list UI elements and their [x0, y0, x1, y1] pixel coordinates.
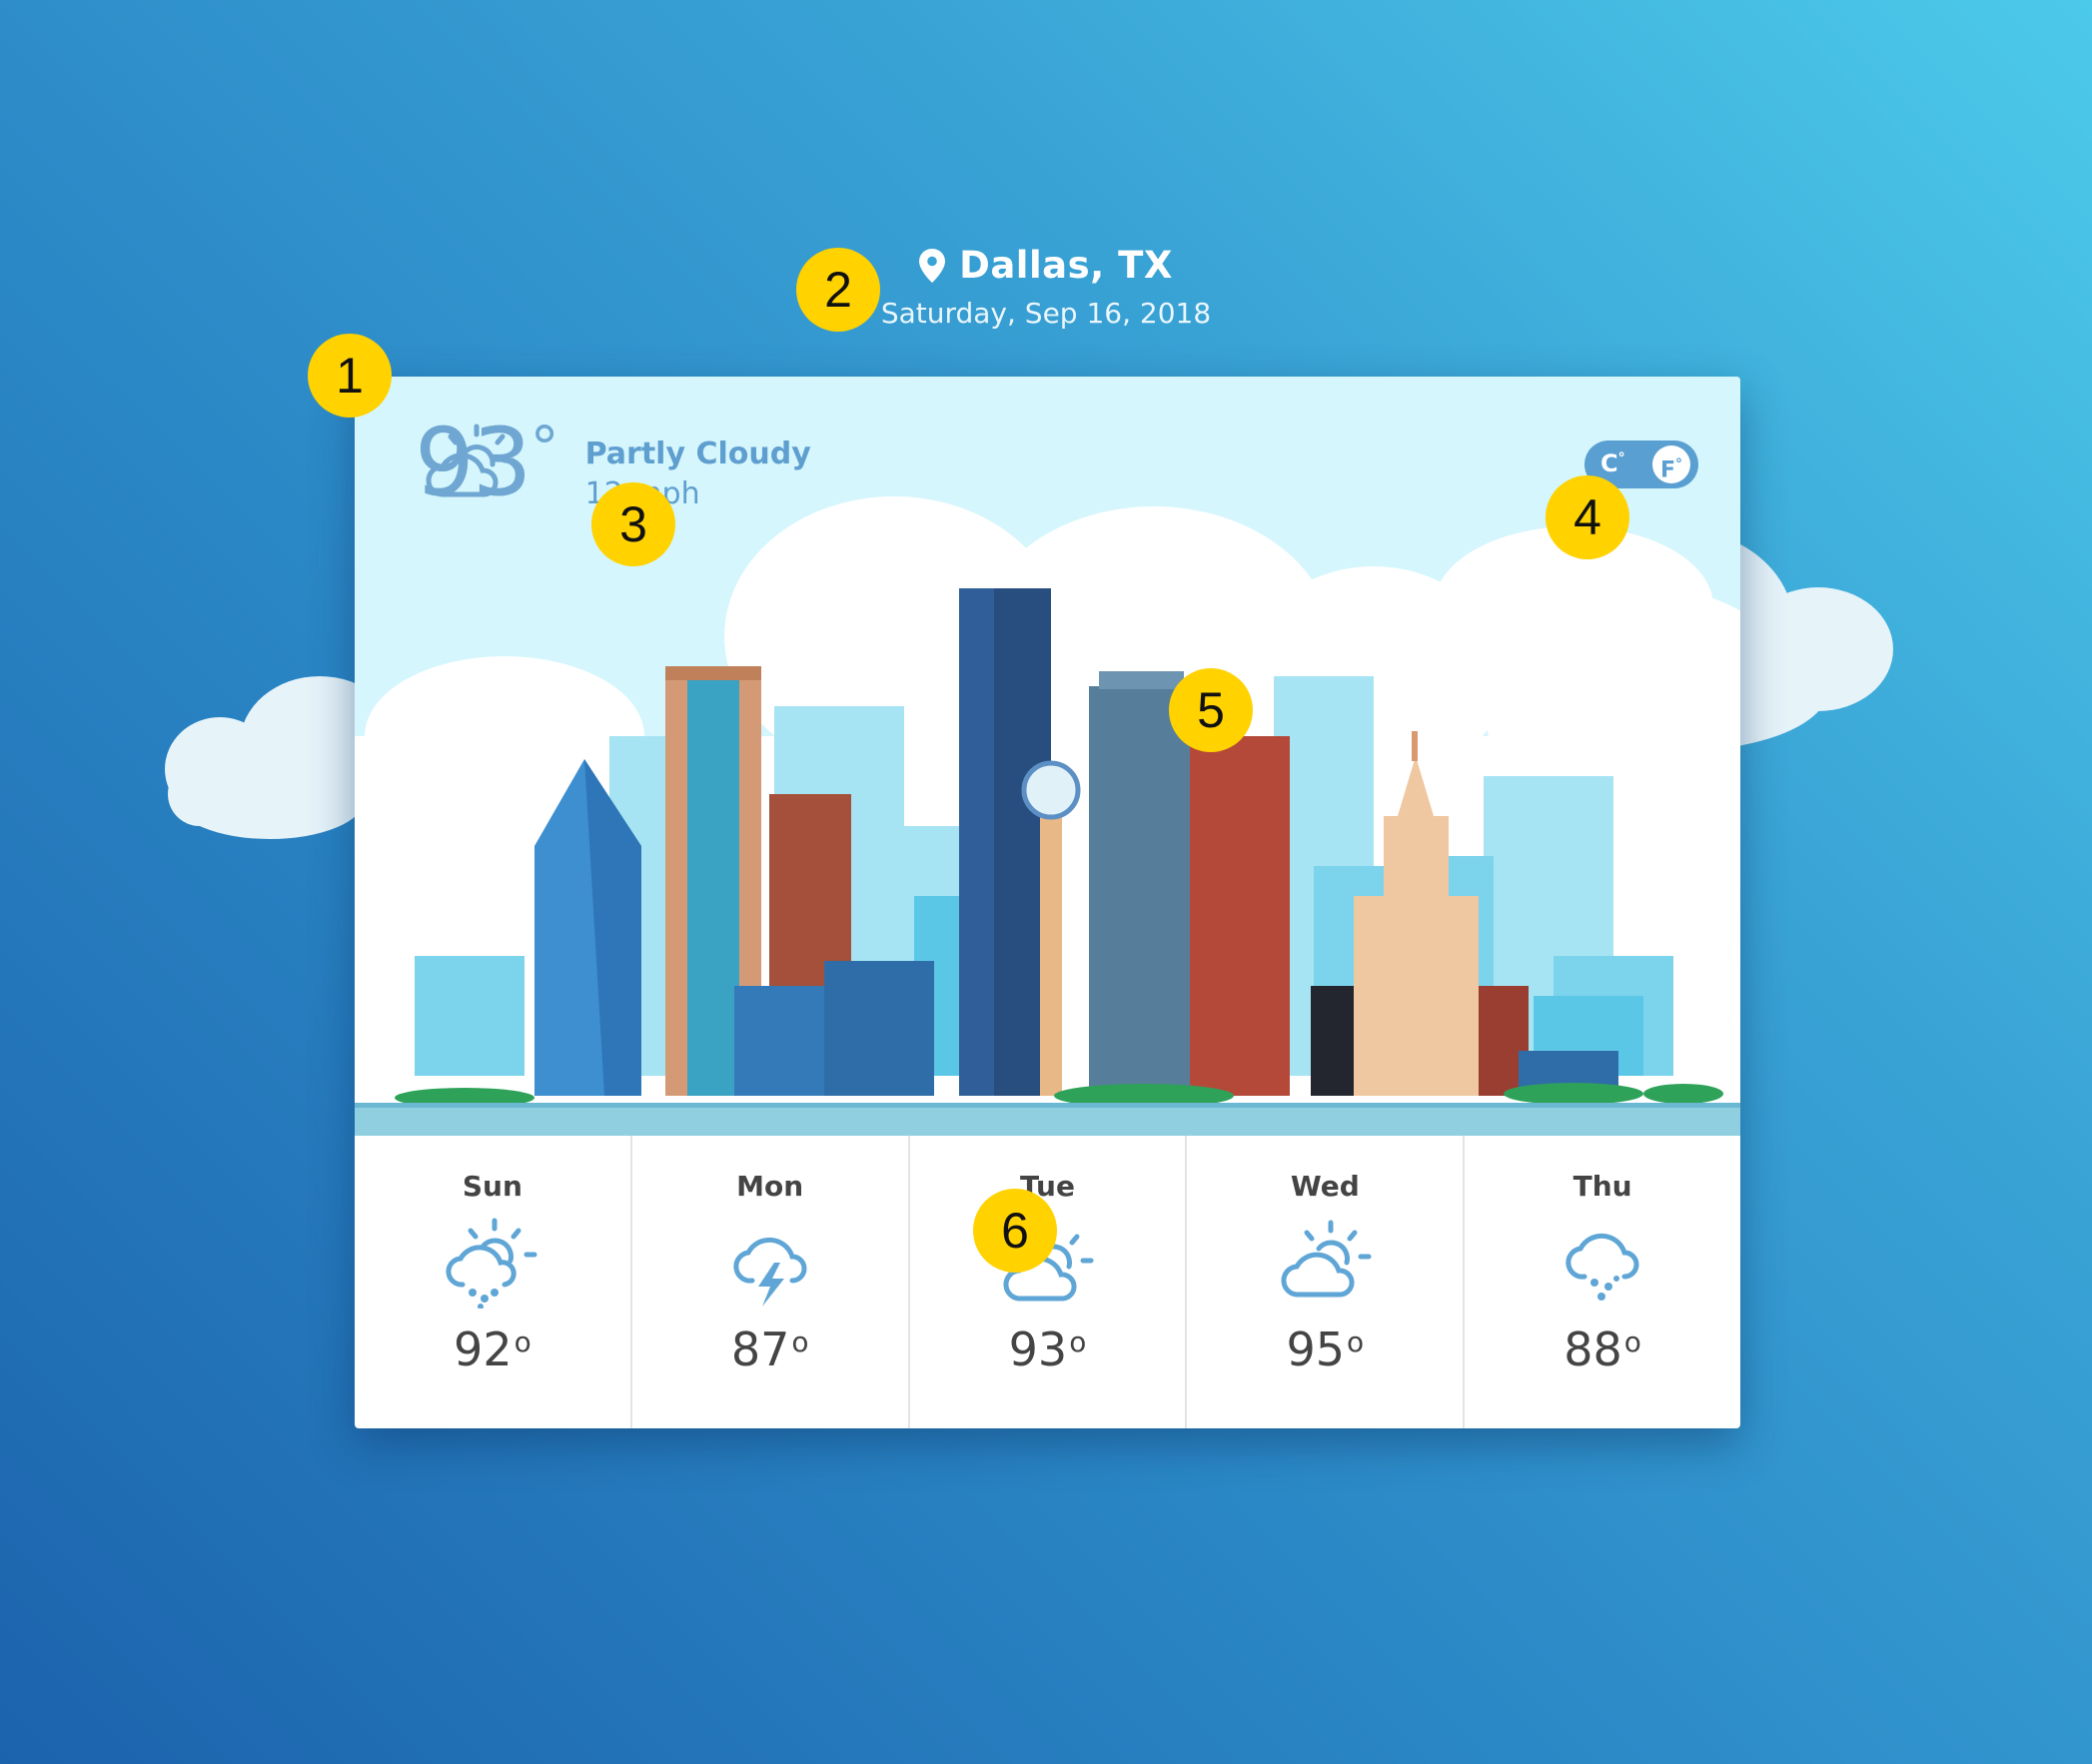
current-condition: Partly Cloudy: [584, 437, 811, 471]
forecast-temp: 92: [454, 1323, 513, 1376]
celsius-option[interactable]: C°: [1600, 449, 1625, 477]
location-pin-icon: [919, 248, 946, 283]
current-date: Saturday, Sep 16, 2018: [880, 297, 1212, 330]
degree-symbol: °: [529, 414, 559, 481]
forecast-temp: 95: [1286, 1323, 1345, 1376]
forecast-day-name: Sun: [462, 1170, 523, 1203]
forecast-strip: Sun 92o Mon 87o Tue 93o Wed 95o Thu 88o: [355, 1136, 1740, 1428]
thunderstorm-icon: [733, 1237, 807, 1307]
forecast-day-name: Thu: [1572, 1170, 1632, 1203]
partly-cloudy-icon: [1281, 1220, 1372, 1298]
location-name: Dallas, TX: [959, 244, 1173, 287]
callout-badge-4: 4: [1546, 475, 1629, 559]
forecast-temp: 87: [730, 1323, 790, 1376]
callout-badge-6: 6: [973, 1189, 1057, 1273]
forecast-temp: 88: [1564, 1323, 1622, 1376]
weather-card: 93 ° Partly Cloudy 12 mph C° F°: [355, 377, 1740, 1428]
sun-cloud-rain-icon: [446, 1218, 537, 1309]
forecast-day-mon[interactable]: Mon 87o: [629, 1136, 908, 1428]
forecast-day-name: Wed: [1290, 1170, 1360, 1203]
rain-icon: [1566, 1233, 1639, 1301]
forecast-day-wed[interactable]: Wed 95o: [1185, 1136, 1463, 1428]
forecast-day-tue[interactable]: Tue 93o: [907, 1136, 1186, 1428]
city-skyline-illustration: 93 ° Partly Cloudy 12 mph C° F°: [355, 377, 1740, 1136]
forecast-temp: 93: [1008, 1323, 1068, 1376]
fahrenheit-option[interactable]: F°: [1652, 445, 1690, 483]
location-header: Dallas, TX Saturday, Sep 16, 2018: [0, 244, 2092, 330]
forecast-day-name: Mon: [736, 1170, 804, 1203]
callout-badge-5: 5: [1169, 668, 1253, 752]
partly-cloudy-icon: [426, 424, 516, 497]
callout-badge-1: 1: [308, 334, 392, 418]
callout-badge-3: 3: [591, 482, 675, 566]
forecast-day-sun[interactable]: Sun 92o: [355, 1136, 630, 1428]
callout-badge-2: 2: [796, 248, 880, 332]
forecast-day-thu[interactable]: Thu 88o: [1463, 1136, 1740, 1428]
